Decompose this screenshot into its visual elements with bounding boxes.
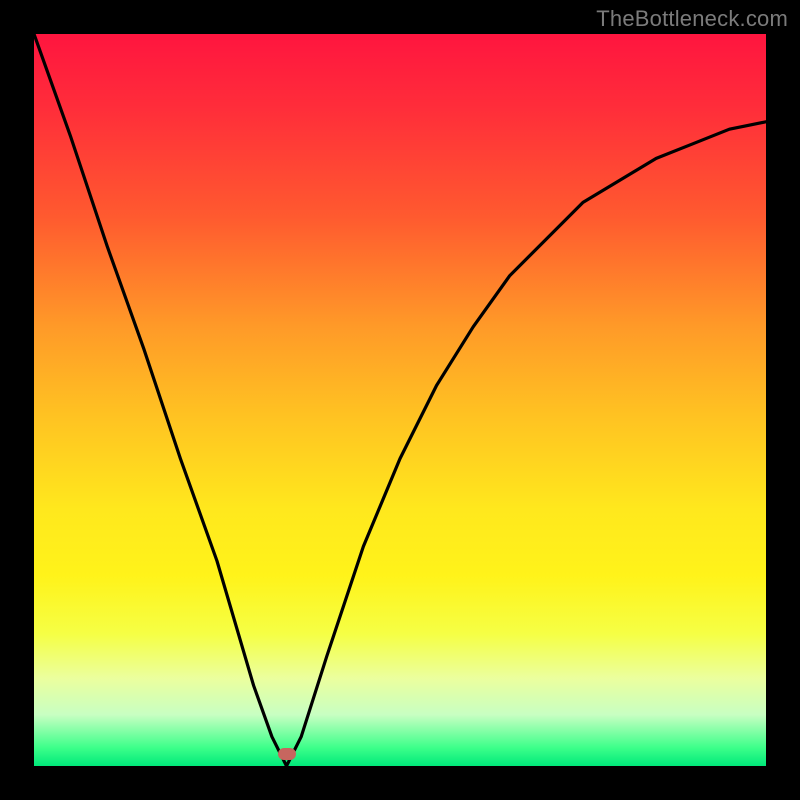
chart-stage: TheBottleneck.com — [0, 0, 800, 800]
plot-area — [34, 34, 766, 766]
optimum-marker — [278, 748, 296, 760]
bottleneck-curve — [34, 34, 766, 766]
attribution-text: TheBottleneck.com — [596, 6, 788, 32]
